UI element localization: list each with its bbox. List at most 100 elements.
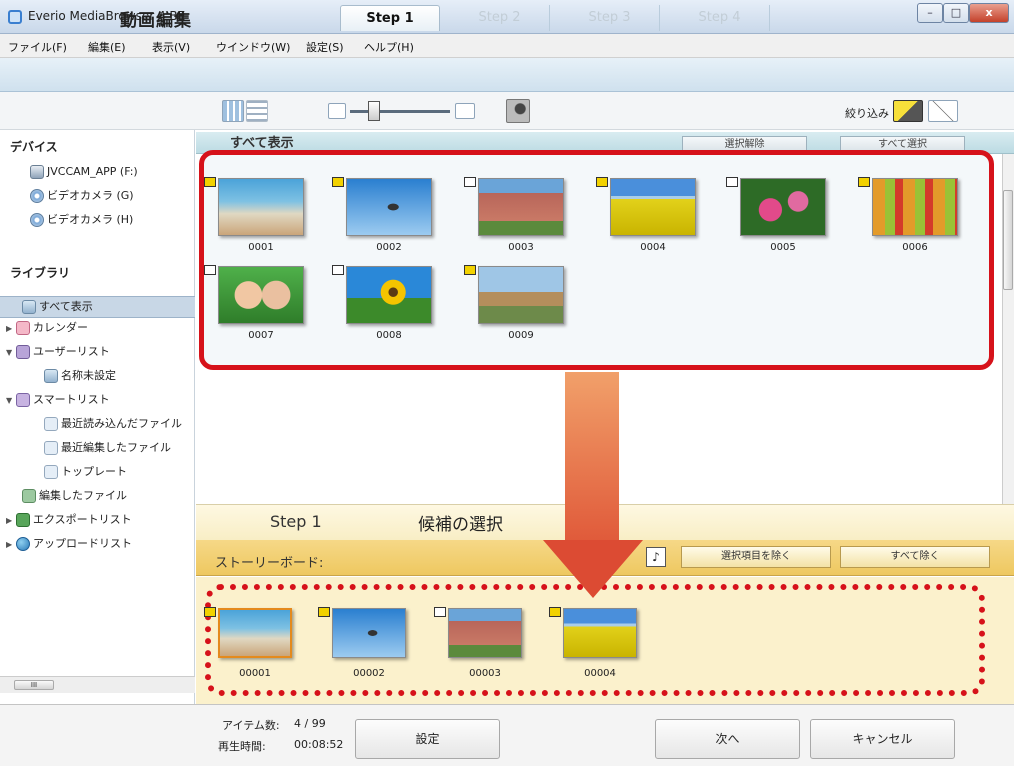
menu-window[interactable]: ウインドウ(W) [216,39,290,55]
video-thumbnail-image [332,608,406,658]
tab-step-4[interactable]: Step 4 [670,5,770,31]
storyboard-label: ストーリーボード: [215,556,324,571]
rating-badge-icon [464,177,476,187]
sidebar-item-calendar[interactable]: ▶ カレンダー [6,318,88,338]
storyboard-item-label: 00001 [239,668,271,679]
info-icon[interactable] [506,99,530,123]
item-count-value: 4 / 99 [294,717,326,730]
thumbnail-view-icon[interactable] [222,100,244,122]
sidebar-item-label: 名称未設定 [61,369,116,382]
video-thumbnail-image [218,178,304,236]
thumbnail-label: 0001 [248,242,274,253]
rating-badge-icon [434,607,446,617]
rating-badge-icon [204,607,216,617]
close-button[interactable]: x [969,3,1009,23]
sidebar-item-top-rated[interactable]: トップレート [44,462,127,482]
sidebar-item-recently-edited[interactable]: 最近編集したファイル [44,438,171,458]
sidebar-item-label: 最近編集したファイル [61,441,171,454]
sidebar-item-edited-files[interactable]: 編集したファイル [22,486,127,506]
thumbnail-label: 0003 [508,242,534,253]
edited-files-icon [22,489,36,503]
device-label: JVCCAM_APP (F:) [47,165,138,178]
filter-type-icon[interactable] [928,100,958,122]
tab-step-3[interactable]: Step 3 [560,5,660,31]
storyboard-item-label: 00002 [353,668,385,679]
item-count-label: アイテム数: [222,719,280,732]
sidebar-item-user-list[interactable]: ▼ ユーザーリスト [6,342,110,362]
sidebar-item-export-list[interactable]: ▶ エクスポートリスト [6,510,132,530]
thumbnail-label: 0008 [376,330,402,341]
menu-bar: ファイル(F) 編集(E) 表示(V) ウインドウ(W) 設定(S) ヘルプ(H… [0,34,1014,58]
sidebar-item-label: 最近読み込んだファイル [61,417,182,430]
sidebar-item-smart-list[interactable]: ▼ スマートリスト [6,390,110,410]
expand-icon[interactable]: ▶ [6,511,16,531]
library-icon [22,300,36,314]
video-thumbnail-image [346,266,432,324]
zoom-slider[interactable] [350,110,450,113]
rating-badge-icon [549,607,561,617]
cancel-button[interactable]: キャンセル [810,719,955,759]
zoom-out-icon[interactable] [328,103,346,119]
filter-rating-icon[interactable] [893,100,923,122]
sidebar-item-recently-imported[interactable]: 最近読み込んだファイル [44,414,182,434]
rating-badge-icon [596,177,608,187]
sidebar-item-label: カレンダー [33,321,88,334]
sidebar-scroll-thumb[interactable]: III [14,680,54,690]
grid-scroll-thumb[interactable] [1003,190,1013,290]
upload-icon [16,537,30,551]
music-tool-icon[interactable]: ♪ [646,547,666,567]
devices-heading: デバイス [10,140,58,154]
thumbnail-label: 0004 [640,242,666,253]
sidebar-item-label: すべて表示 [39,300,93,313]
export-icon [16,513,30,527]
collapse-icon[interactable]: ▼ [6,391,16,411]
collapse-icon[interactable]: ▼ [6,343,16,363]
video-thumbnail-image [740,178,826,236]
sidebar-item-label: 編集したファイル [39,489,127,502]
menu-file[interactable]: ファイル(F) [8,39,67,55]
remove-all-button[interactable]: すべて除く [840,546,990,568]
menu-view[interactable]: 表示(V) [152,39,190,55]
minimize-button[interactable]: – [917,3,943,23]
maximize-button[interactable]: □ [943,3,969,23]
device-item-camera-h[interactable]: ビデオカメラ (H) [30,210,133,230]
step-label: Step 1 [270,512,322,531]
menu-settings[interactable]: 設定(S) [306,39,344,55]
zoom-slider-handle[interactable] [368,101,380,121]
sidebar-item-label: エクスポートリスト [33,513,132,526]
device-item-camera-g[interactable]: ビデオカメラ (G) [30,186,134,206]
tab-step-1[interactable]: Step 1 [340,5,440,31]
step-bar [0,58,1014,92]
sidebar-item-label: ユーザーリスト [33,345,110,358]
settings-button[interactable]: 設定 [355,719,500,759]
zoom-in-icon[interactable] [455,103,475,119]
disc-icon [30,189,44,203]
file-icon [44,441,58,455]
sidebar-item-upload-list[interactable]: ▶ アップロードリスト [6,534,132,554]
remove-selected-button[interactable]: 選択項目を除く [681,546,831,568]
storyboard-item-label: 00004 [584,668,616,679]
list-view-icon[interactable] [246,100,268,122]
tab-step-2[interactable]: Step 2 [450,5,550,31]
expand-icon[interactable]: ▶ [6,535,16,555]
rating-badge-icon [464,265,476,275]
device-label: ビデオカメラ (G) [47,189,134,202]
rating-badge-icon [204,177,216,187]
sidebar-item-untitled[interactable]: 名称未設定 [44,366,116,386]
sidebar: デバイス JVCCAM_APP (F:) ビデオカメラ (G) ビデオカメラ (… [0,130,195,704]
step-name: 候補の選択 [418,515,503,535]
down-arrow-icon [565,372,619,542]
menu-help[interactable]: ヘルプ(H) [364,39,414,55]
thumbnail-label: 0005 [770,242,796,253]
expand-icon[interactable]: ▶ [6,319,16,339]
thumbnail-label: 0002 [376,242,402,253]
sidebar-item-all[interactable]: すべて表示 [22,297,93,317]
menu-edit[interactable]: 編集(E) [88,39,126,55]
camera-icon [30,165,44,179]
list-icon [44,369,58,383]
rating-badge-icon [332,265,344,275]
next-button[interactable]: 次へ [655,719,800,759]
down-arrow-head-icon [543,540,643,598]
device-item-jvccam[interactable]: JVCCAM_APP (F:) [30,162,138,182]
video-thumbnail-image [478,178,564,236]
